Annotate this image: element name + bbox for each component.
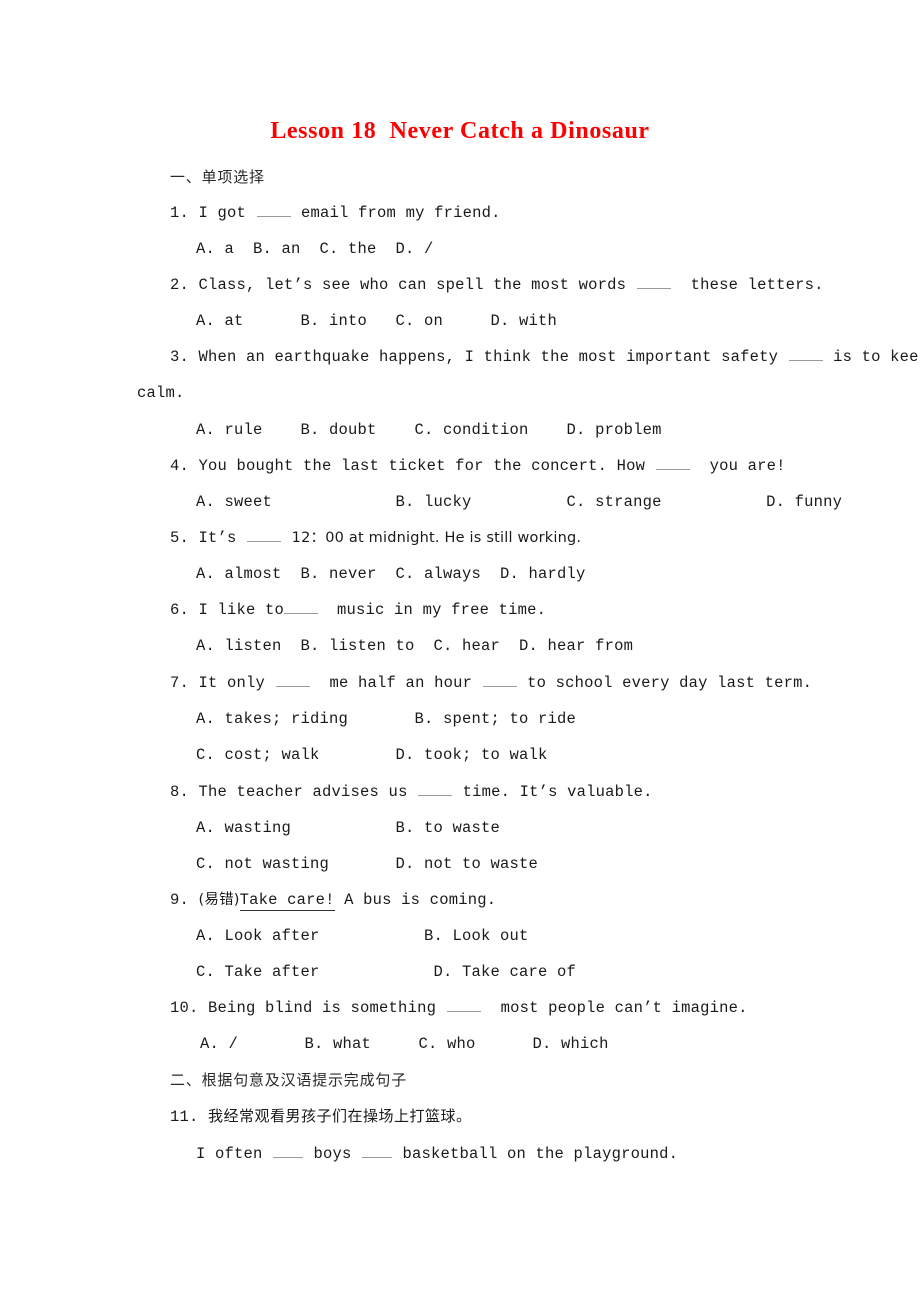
question-3-stem-wrap: calm. xyxy=(137,384,185,402)
q3-blank[interactable] xyxy=(788,348,823,361)
q6-number: 6. xyxy=(170,601,190,619)
q3-stem-before: When an earthquake happens, I think the … xyxy=(198,348,788,366)
q5-blank[interactable] xyxy=(247,529,282,542)
question-3-options[interactable]: A. rule B. doubt C. condition D. problem xyxy=(196,421,662,439)
question-5-stem: 5. It’s 12：00 at midnight. He is still w… xyxy=(170,529,581,547)
section-heading-1: 一、单项选择 xyxy=(170,168,265,186)
question-2-options[interactable]: A. at B. into C. on D. with xyxy=(196,312,557,330)
q4-blank[interactable] xyxy=(655,457,690,470)
question-1-stem: 1. I got email from my friend. xyxy=(170,204,501,222)
question-8-stem: 8. The teacher advises us time. It’s val… xyxy=(170,783,653,801)
q11-blank-2[interactable] xyxy=(362,1145,393,1158)
q4-stem-before: You bought the last ticket for the conce… xyxy=(198,457,655,475)
question-8-options-row2[interactable]: C. not wasting D. not to waste xyxy=(196,855,538,873)
q2-stem-before: Class, let’s see who can spell the most … xyxy=(198,276,636,294)
q7-stem-mid: me half an hour xyxy=(310,674,482,692)
q10-number: 10. xyxy=(170,999,199,1017)
question-11-prompt: 11. 我经常观看男孩子们在操场上打篮球。 xyxy=(170,1107,472,1126)
q10-stem-before: Being blind is something xyxy=(208,999,446,1017)
q9-number: 9. xyxy=(170,891,190,909)
q1-stem-after: email from my friend. xyxy=(291,204,501,222)
q8-stem-before: The teacher advises us xyxy=(198,783,418,801)
section-heading-2: 二、根据句意及汉语提示完成句子 xyxy=(170,1071,408,1089)
q8-stem-after: time. It’s valuable. xyxy=(453,783,653,801)
question-5-options[interactable]: A. almost B. never C. always D. hardly xyxy=(196,565,586,583)
question-4-options[interactable]: A. sweet B. lucky C. strange D. funny xyxy=(196,493,842,511)
question-7-stem: 7. It only me half an hour to school eve… xyxy=(170,674,812,692)
question-7-options-row1[interactable]: A. takes; riding B. spent; to ride xyxy=(196,710,576,728)
question-9-stem: 9. (易错)Take care! A bus is coming. xyxy=(170,891,497,911)
q11-blank-1[interactable] xyxy=(273,1145,304,1158)
question-3-stem: 3. When an earthquake happens, I think t… xyxy=(170,348,920,366)
q2-number: 2. xyxy=(170,276,190,294)
q7-stem-after: to school every day last term. xyxy=(517,674,813,692)
q10-stem-after: most people can’t imagine. xyxy=(481,999,748,1017)
question-4-stem: 4. You bought the last ticket for the co… xyxy=(170,457,786,475)
q4-number: 4. xyxy=(170,457,190,475)
page-title: Lesson 18 Never Catch a Dinosaur xyxy=(270,118,650,144)
q9-stem-after: A bus is coming. xyxy=(334,891,497,909)
question-1-options[interactable]: A. a B. an C. the D. / xyxy=(196,240,434,258)
q11-chinese-prompt: 我经常观看男孩子们在操场上打篮球。 xyxy=(208,1107,472,1125)
question-9-options-row2[interactable]: C. Take after D. Take care of xyxy=(196,963,576,981)
q6-stem-before: I like to xyxy=(198,601,285,619)
q6-stem-after: music in my free time. xyxy=(318,601,547,619)
q1-blank[interactable] xyxy=(256,204,291,217)
q5-number: 5. xyxy=(170,529,190,547)
q9-difficulty-tag: (易错) xyxy=(198,892,240,908)
question-7-options-row2[interactable]: C. cost; walk D. took; to walk xyxy=(196,746,548,764)
question-8-options-row1[interactable]: A. wasting B. to waste xyxy=(196,819,500,837)
q7-blank-2[interactable] xyxy=(482,674,517,687)
q3-number: 3. xyxy=(170,348,190,366)
q11-answer-after: basketball on the playground. xyxy=(393,1145,679,1163)
q11-answer-mid: boys xyxy=(304,1145,362,1163)
q5-stem-before: It’s xyxy=(198,529,247,547)
q11-number: 11. xyxy=(170,1108,199,1126)
q9-underlined-phrase: Take care! xyxy=(239,891,335,911)
question-10-options[interactable]: A. / B. what C. who D. which xyxy=(200,1035,609,1053)
question-9-options-row1[interactable]: A. Look after B. Look out xyxy=(196,927,529,945)
question-11-answer-line: I often boys basketball on the playgroun… xyxy=(196,1145,678,1163)
q8-number: 8. xyxy=(170,783,190,801)
q2-blank[interactable] xyxy=(636,276,671,289)
q3-stem-after: is to keep xyxy=(823,348,920,366)
question-10-stem: 10. Being blind is something most people… xyxy=(170,999,748,1017)
question-6-options[interactable]: A. listen B. listen to C. hear D. hear f… xyxy=(196,637,633,655)
q2-stem-after: these letters. xyxy=(671,276,824,294)
q4-stem-after: you are! xyxy=(690,457,786,475)
question-2-stem: 2. Class, let’s see who can spell the mo… xyxy=(170,276,824,294)
q6-blank[interactable] xyxy=(284,601,319,614)
q11-answer-before: I often xyxy=(196,1145,273,1163)
q7-stem-before: It only xyxy=(198,674,275,692)
question-6-stem: 6. I like to music in my free time. xyxy=(170,601,546,619)
q8-blank[interactable] xyxy=(418,783,453,796)
worksheet-page: Lesson 18 Never Catch a Dinosaur 一、单项选择 … xyxy=(0,0,920,1302)
q1-stem-before: I got xyxy=(198,204,256,222)
q5-stem-after: 12：00 at midnight. He is still working. xyxy=(282,530,582,546)
q1-text-before: 1. xyxy=(170,204,190,222)
q10-blank[interactable] xyxy=(446,999,481,1012)
q7-number: 7. xyxy=(170,674,190,692)
q7-blank-1[interactable] xyxy=(275,674,310,687)
